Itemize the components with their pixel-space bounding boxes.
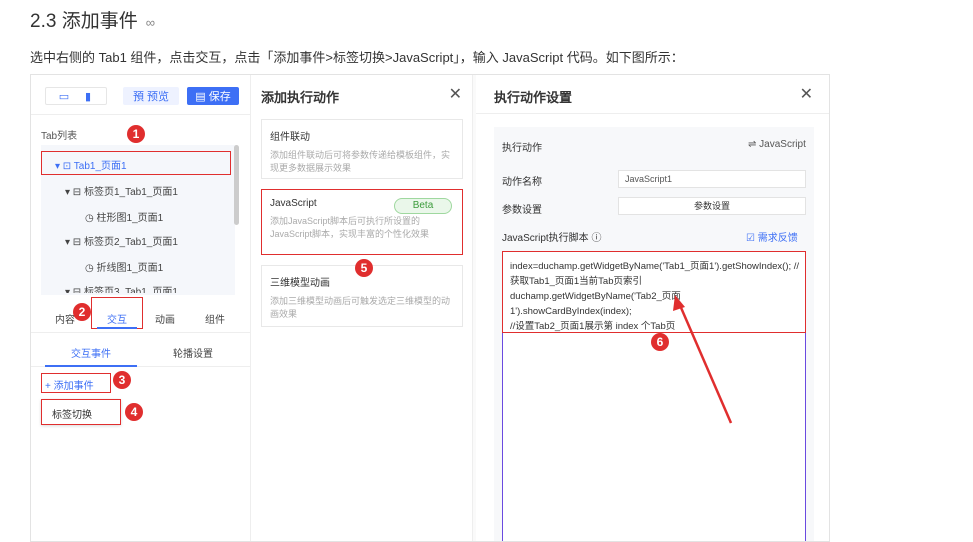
card-title: 组件联动 bbox=[270, 132, 310, 143]
step-badge-6: 6 bbox=[651, 333, 669, 351]
add-event-button[interactable]: + 添加事件 bbox=[41, 373, 111, 393]
tree-item-barchart[interactable]: ◷ 柱形图1_页面1 bbox=[85, 209, 163, 224]
action-name-input[interactable]: JavaScript1 bbox=[618, 170, 806, 188]
card-desc: 添加JavaScript脚本后可执行所设置的JavaScript脚本，实现丰富的… bbox=[270, 216, 430, 239]
tree-item-tabpage3[interactable]: ▾ ⊟ 标签页3_Tab1_页面1 bbox=[65, 283, 178, 293]
settings-title: 执行动作设置 bbox=[494, 90, 573, 105]
tab-component[interactable]: 组件 bbox=[205, 311, 225, 326]
tutorial-screenshot: ▭ ▮ 預 预览 ▤ 保存 Tab列表 ▾ ⊡ Tab1_页面1 ▾ ⊟ 标签页… bbox=[30, 74, 830, 542]
tablist-label: Tab列表 bbox=[41, 131, 78, 142]
action-card-linkage[interactable]: 组件联动 添加组件联动后可将参数传递给模板组件，实现更多数据展示效果 bbox=[261, 119, 463, 179]
save-button[interactable]: ▤ 保存 bbox=[187, 87, 239, 105]
name-label: 动作名称 bbox=[502, 177, 542, 188]
step-badge-3: 3 bbox=[113, 371, 131, 389]
menu-item-tab-switch[interactable]: 标签切换 bbox=[41, 399, 121, 425]
feedback-link[interactable]: ☑ 需求反馈 bbox=[746, 229, 798, 244]
tab-content[interactable]: 内容 bbox=[55, 311, 75, 326]
active-tab-underline bbox=[97, 327, 137, 329]
action-settings-panel: 执行动作设置 ✕ 执行动作 ⇌ JavaScript 动作名称 JavaScri… bbox=[476, 75, 829, 541]
step-badge-2: 2 bbox=[73, 303, 91, 321]
highlight-box-interaction bbox=[91, 297, 143, 329]
tree-item-tabpage2[interactable]: ▾ ⊟ 标签页2_Tab1_页面1 bbox=[65, 233, 178, 248]
close-icon[interactable]: ✕ bbox=[449, 84, 462, 104]
add-action-title: 添加执行动作 bbox=[261, 90, 340, 105]
action-value: ⇌ JavaScript bbox=[748, 139, 806, 150]
desktop-icon[interactable]: ▭ bbox=[52, 90, 76, 103]
tree-scrollbar[interactable] bbox=[234, 145, 239, 225]
close-icon[interactable]: ✕ bbox=[800, 84, 813, 104]
heading-title: 2.3 添加事件 bbox=[30, 11, 138, 32]
action-label: 执行动作 bbox=[502, 143, 542, 154]
param-settings-button[interactable]: 参数设置 bbox=[618, 197, 806, 215]
active-subtab-underline bbox=[45, 365, 137, 367]
highlight-box-tab1 bbox=[41, 151, 231, 175]
beta-badge: Beta bbox=[394, 198, 452, 214]
script-label: JavaScript执行脚本 ⓘ bbox=[502, 233, 602, 244]
interaction-subtabs: 交互事件 轮播设置 bbox=[31, 337, 251, 367]
code-line: 获取Tab1_页面1当前Tab页索引 bbox=[510, 276, 642, 287]
code-line: //设置Tab2_页面1展示第 index 个Tab页 bbox=[510, 321, 676, 332]
subtab-events[interactable]: 交互事件 bbox=[71, 345, 111, 360]
preview-button[interactable]: 預 预览 bbox=[123, 87, 179, 105]
link-icon[interactable]: ∞ bbox=[146, 15, 155, 30]
action-card-javascript[interactable]: JavaScript Beta 添加JavaScript脚本后可执行所设置的Ja… bbox=[261, 189, 463, 255]
editor-left-panel: ▭ ▮ 預 预览 ▤ 保存 Tab列表 ▾ ⊡ Tab1_页面1 ▾ ⊟ 标签页… bbox=[31, 75, 251, 541]
device-switcher: ▭ ▮ bbox=[45, 87, 107, 105]
subtab-carousel[interactable]: 轮播设置 bbox=[173, 345, 213, 360]
editor-topbar: ▭ ▮ 預 预览 ▤ 保存 bbox=[31, 75, 251, 115]
mobile-icon[interactable]: ▮ bbox=[76, 90, 100, 103]
tree-item-tabpage1[interactable]: ▾ ⊟ 标签页1_Tab1_页面1 bbox=[65, 183, 178, 198]
code-line: index=duchamp.getWidgetByName('Tab1_页面1'… bbox=[510, 261, 800, 272]
tab-animation[interactable]: 动画 bbox=[155, 311, 175, 326]
add-action-panel: 添加执行动作 ✕ 组件联动 添加组件联动后可将参数传递给模板组件，实现更多数据展… bbox=[251, 75, 473, 541]
section-heading: 2.3 添加事件 ∞ bbox=[30, 6, 155, 33]
step-badge-1: 1 bbox=[127, 125, 145, 143]
description-text: 选中右侧的 Tab1 组件，点击交互，点击「添加事件>标签切换>JavaScri… bbox=[30, 50, 684, 65]
step-badge-4: 4 bbox=[125, 403, 143, 421]
tree-item-linechart[interactable]: ◷ 折线图1_页面1 bbox=[85, 259, 163, 274]
script-code: index=duchamp.getWidgetByName('Tab1_页面1'… bbox=[510, 259, 802, 334]
param-label: 参数设置 bbox=[502, 205, 542, 216]
divider bbox=[476, 113, 829, 114]
step-badge-5: 5 bbox=[355, 259, 373, 277]
card-desc: 添加三维模型动画后可触发选定三维模型的动画效果 bbox=[270, 296, 451, 319]
code-line: duchamp.getWidgetByName('Tab2_页面1').show… bbox=[510, 291, 681, 317]
card-desc: 添加组件联动后可将参数传递给模板组件，实现更多数据展示效果 bbox=[270, 150, 451, 173]
